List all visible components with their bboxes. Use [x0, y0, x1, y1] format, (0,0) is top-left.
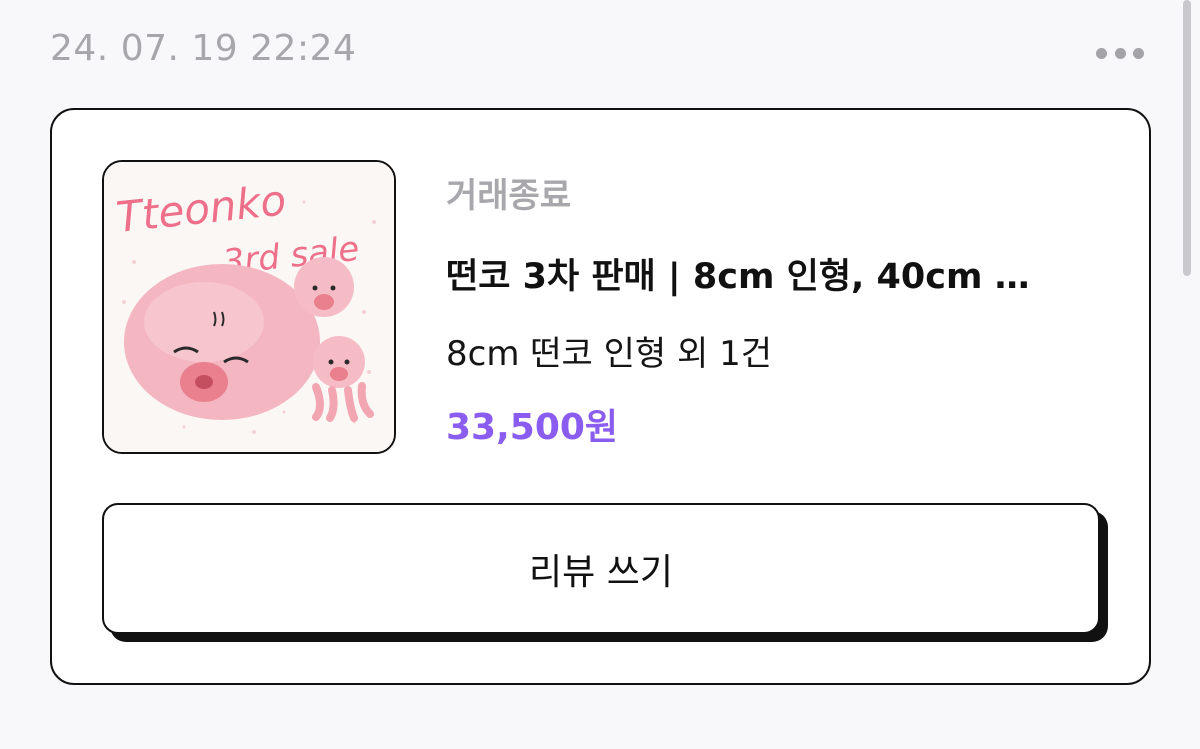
- order-card[interactable]: Tteonko 3rd sale 거래종료 떤코 3차 판매 | 8cm 인형,…: [50, 108, 1151, 685]
- product-image: Tteonko 3rd sale: [104, 162, 394, 452]
- more-options-icon[interactable]: [1096, 44, 1144, 62]
- scrollbar[interactable]: [1183, 0, 1191, 276]
- dot: [1096, 47, 1107, 59]
- product-thumbnail[interactable]: Tteonko 3rd sale: [102, 160, 396, 454]
- product-price: 33,500원: [446, 407, 619, 448]
- product-title[interactable]: 떤코 3차 판매 | 8cm 인형, 40cm …: [446, 248, 1086, 299]
- write-review-button[interactable]: 리뷰 쓰기: [102, 503, 1100, 634]
- dot: [1133, 47, 1144, 59]
- option-summary: 8cm 떤코 인형 외 1건: [446, 334, 772, 374]
- order-timestamp: 24. 07. 19 22:24: [50, 28, 357, 69]
- write-review-label: 리뷰 쓰기: [529, 551, 673, 593]
- dot: [1114, 47, 1126, 59]
- order-status: 거래종료: [446, 176, 572, 216]
- order-history-page: 24. 07. 19 22:24 Tteonko 3rd sale 거래종료 떤…: [0, 0, 1200, 749]
